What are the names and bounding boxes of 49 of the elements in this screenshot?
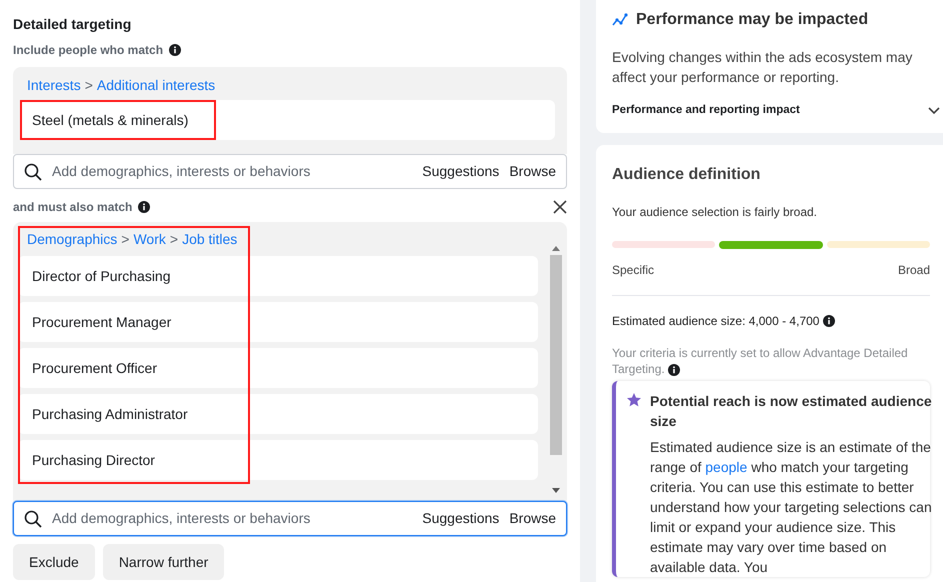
search-action-link[interactable]: Suggestions (422, 161, 500, 182)
search-icon (24, 510, 42, 528)
action-button[interactable]: Narrow further (102, 544, 224, 580)
selected-job-title[interactable]: Purchasing Director (18, 440, 538, 480)
info-icon (169, 44, 182, 56)
chevron-icon (928, 106, 940, 115)
meter-label: Specific (612, 262, 654, 280)
breadcrumb-link[interactable]: Job titles (182, 229, 238, 250)
search-action-link[interactable]: Browse (509, 508, 556, 529)
expander-toggle[interactable]: Performance and reporting impact (612, 102, 940, 120)
scroll-up-icon[interactable] (552, 246, 560, 251)
action-button[interactable]: Exclude (13, 544, 95, 580)
notice-title: Potential reach is now estimated audience size (650, 392, 933, 432)
criteria-note: Your criteria is currently set to allow Advantage Detailed Targeting. (612, 345, 909, 378)
search-action-link[interactable]: Suggestions (422, 508, 500, 529)
star-icon (626, 392, 642, 408)
selected-job-title[interactable]: Purchasing Administrator (18, 394, 538, 434)
card-body: Evolving changes within the ads ecosystem may affect your performance or reporting. (612, 48, 914, 87)
audience-estimate: Estimated audience size: 4,000 - 4,700 (612, 313, 820, 330)
breadcrumb-link[interactable]: Demographics (27, 229, 118, 250)
search-icon (24, 162, 42, 180)
breadcrumb-link[interactable]: Work (133, 229, 166, 250)
info-icon (823, 315, 836, 328)
include-label: Include people who match (13, 42, 164, 59)
breadcrumb-separator: > (121, 230, 130, 249)
breadcrumb-separator: > (84, 76, 93, 95)
info-icon (668, 364, 680, 376)
search-field[interactable]: Add demographics, interests or behaviors Suggestions Browse (13, 501, 567, 536)
selected-interest[interactable]: Steel (metals & minerals) (20, 100, 555, 140)
meter-label: Broad (898, 262, 930, 280)
selected-job-title[interactable]: Director of Purchasing (18, 256, 538, 296)
card-title: Audience definition (612, 165, 762, 186)
breadcrumb-link[interactable]: Additional interests (96, 75, 216, 96)
info-icon (138, 201, 150, 213)
close-icon[interactable] (553, 200, 567, 214)
people-link[interactable]: people (705, 459, 748, 476)
notice-body: Estimated audience size is an estimate of the range of people who match your targeting criteria. You can use this estimate to better understand how your targeting selections can limit or expand your audience size. This estimate may vary over time based on available data. You (650, 438, 933, 578)
section-title: Detailed targeting (13, 15, 132, 34)
narrow-label: and must also match (13, 199, 132, 216)
search-field[interactable]: Add demographics, interests or behaviors Suggestions Browse (13, 154, 567, 189)
breadcrumb-separator: > (170, 230, 178, 249)
search-action-link[interactable]: Browse (509, 161, 556, 182)
trend-chart-icon (612, 13, 628, 27)
breadcrumb-link[interactable]: Interests (27, 75, 81, 96)
selected-job-title[interactable]: Procurement Manager (18, 302, 538, 342)
scroll-down-icon[interactable] (552, 488, 560, 493)
audience-summary: Your audience selection is fairly broad. (612, 204, 818, 222)
selected-job-title[interactable]: Procurement Officer (18, 348, 538, 388)
card-title: Performance may be impacted (636, 10, 868, 30)
